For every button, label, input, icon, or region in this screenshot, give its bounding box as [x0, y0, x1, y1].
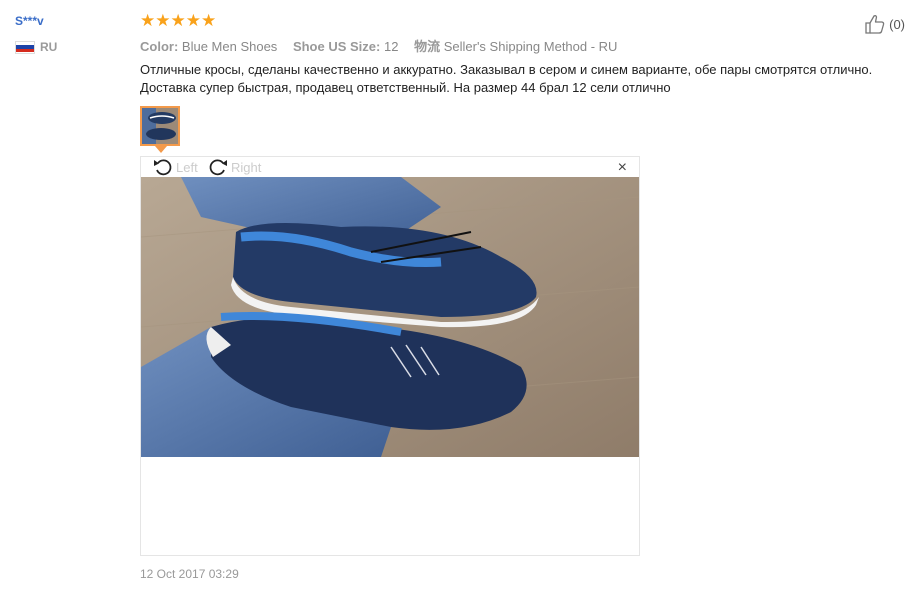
thumbnail-pointer — [155, 146, 167, 153]
helpful-count: (0) — [889, 16, 905, 32]
rotate-left-icon — [154, 159, 172, 176]
attr-color-value: Blue Men Shoes — [181, 39, 278, 54]
rotate-right-label: Right — [231, 159, 262, 175]
attr-shipping-value: Seller's Shipping Method - RU — [443, 39, 618, 54]
review-date: 12 Oct 2017 03:29 — [140, 567, 239, 581]
review-text-line: Отличные кросы, сделаны качественно и ак… — [140, 62, 873, 77]
russia-flag-icon — [15, 40, 35, 54]
review-photo-thumbnail[interactable] — [140, 106, 180, 146]
thumbs-up-icon — [865, 15, 885, 34]
reviewer-name: S***v — [15, 14, 44, 28]
rotate-left-button[interactable]: Left — [152, 157, 198, 177]
close-icon[interactable]: × — [618, 160, 627, 176]
attr-size-key: Shoe US Size: — [292, 39, 381, 54]
photo-viewer: Left Right × — [140, 156, 640, 556]
review-attributes: Color: Blue Men Shoes Shoe US Size: 12 物… — [140, 36, 629, 55]
review-photo-image — [141, 177, 639, 457]
reviewer-country: RU — [15, 40, 57, 54]
helpful-button[interactable]: (0) — [864, 14, 905, 34]
attr-size-value: 12 — [383, 39, 399, 54]
review-photo — [141, 177, 639, 457]
review-text-line: Доставка супер быстрая, продавец ответст… — [140, 80, 671, 95]
rotate-right-icon — [209, 159, 227, 176]
attr-color-key: Color: — [140, 39, 179, 54]
attr-shipping-key: 物流 — [414, 39, 441, 54]
rotate-right-button[interactable]: Right — [207, 157, 261, 177]
thumbnail-image — [142, 108, 178, 144]
star-rating: ★★★★★ — [140, 11, 217, 30]
rotate-left-label: Left — [176, 159, 198, 175]
country-code: RU — [40, 40, 58, 54]
review-text: Отличные кросы, сделаны качественно и ак… — [140, 61, 910, 97]
